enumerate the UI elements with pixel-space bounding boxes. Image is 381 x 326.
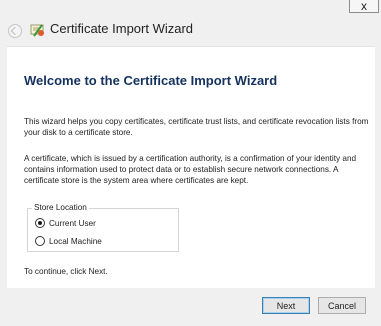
description-paragraph: A certificate, which is issued by a cert… — [24, 154, 357, 185]
certificate-icon — [30, 24, 44, 37]
close-button[interactable]: x — [349, 0, 379, 13]
store-location-group: Store Location Current User Local Machin… — [27, 203, 179, 252]
current-user-radio[interactable] — [35, 218, 45, 228]
wizard-content: Welcome to the Certificate Import Wizard… — [7, 46, 375, 288]
next-button[interactable]: Next — [262, 297, 310, 314]
local-machine-radio[interactable] — [35, 236, 45, 246]
local-machine-option[interactable]: Local Machine — [35, 235, 102, 247]
current-user-label[interactable]: Current User — [49, 219, 96, 228]
continue-instruction: To continue, click Next. — [24, 267, 108, 276]
local-machine-label[interactable]: Local Machine — [49, 237, 102, 246]
intro-paragraph: This wizard helps you copy certificates,… — [24, 117, 369, 137]
window-title: Certificate Import Wizard — [50, 21, 194, 36]
cancel-button[interactable]: Cancel — [318, 297, 366, 314]
back-arrow-icon[interactable] — [8, 24, 22, 38]
page-title: Welcome to the Certificate Import Wizard — [24, 73, 278, 88]
current-user-option[interactable]: Current User — [35, 217, 96, 229]
close-icon: x — [361, 0, 367, 13]
store-location-legend: Store Location — [32, 203, 89, 212]
